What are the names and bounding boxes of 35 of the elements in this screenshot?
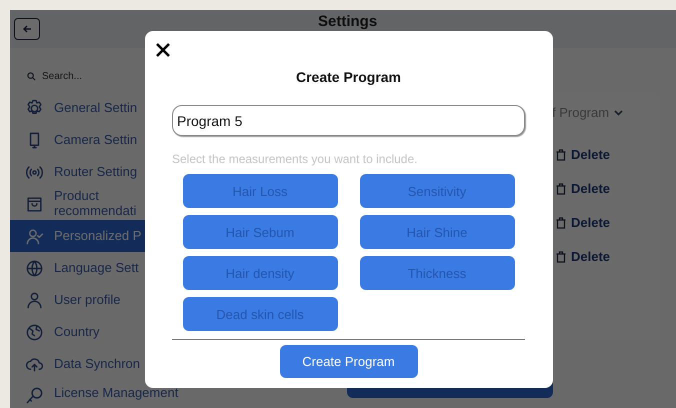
user-check-icon: [25, 226, 44, 246]
trash-icon: [556, 148, 566, 160]
globe-icon: [25, 258, 44, 278]
trash-icon: [556, 182, 566, 194]
delete-button[interactable]: Delete: [556, 246, 610, 267]
sidebar-item[interactable]: License Management: [10, 380, 178, 405]
trash-icon: [556, 250, 566, 262]
sidebar-item[interactable]: General Settin: [10, 92, 150, 124]
search-icon: [27, 72, 36, 80]
bag-icon: [25, 194, 44, 214]
dialog-title: Create Program: [296, 69, 402, 85]
close-button[interactable]: [155, 42, 171, 58]
create-program-button[interactable]: Create Program: [280, 345, 418, 378]
program-name-field[interactable]: Program 5: [172, 105, 525, 136]
sidebar-item[interactable]: Camera Settin: [10, 124, 150, 156]
delete-button[interactable]: Delete: [556, 212, 610, 233]
sidebar-item[interactable]: Router Setting: [10, 156, 150, 188]
sidebar-item[interactable]: Country: [10, 316, 150, 348]
sidebar-item[interactable]: User profile: [10, 284, 150, 316]
sidebar-item[interactable]: Data Synchron: [10, 348, 150, 380]
page-title: Settings: [318, 13, 378, 30]
chevron-down-icon: [614, 110, 624, 116]
back-button[interactable]: [14, 18, 40, 40]
search-field[interactable]: Search...: [10, 60, 82, 92]
close-icon: [156, 43, 170, 57]
sidebar-item[interactable]: Product recommendati: [10, 188, 150, 220]
back-arrow-icon: [22, 24, 32, 34]
user-icon: [25, 290, 44, 310]
delete-button[interactable]: Delete: [556, 144, 610, 165]
sidebar-item[interactable]: Language Sett: [10, 252, 150, 284]
delete-button[interactable]: Delete: [556, 178, 610, 199]
key-icon: [25, 386, 44, 405]
trash-icon: [556, 216, 566, 228]
hint-text: Select the measurements you want to include.: [172, 152, 418, 166]
earth-icon: [25, 322, 44, 342]
